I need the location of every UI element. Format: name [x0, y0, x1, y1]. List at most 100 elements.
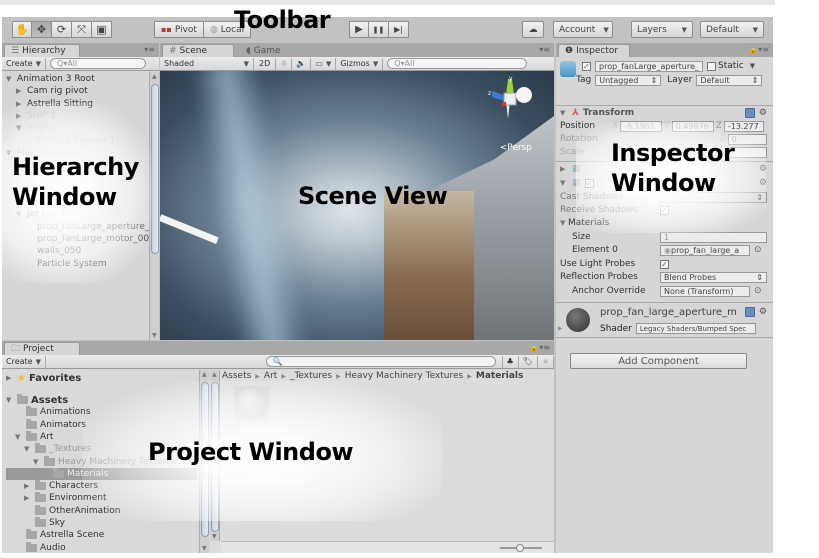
- use-light-probes-checkbox[interactable]: ✓: [660, 259, 669, 269]
- thumbnail-size-slider[interactable]: [500, 544, 542, 552]
- project-folder-item[interactable]: Audio: [15, 541, 66, 553]
- layer-dropdown[interactable]: Default ⇕: [696, 74, 763, 86]
- breadcrumb-item[interactable]: Art: [264, 371, 277, 381]
- slider-handle[interactable]: [516, 544, 524, 552]
- expand-arrow-icon[interactable]: ▶: [24, 494, 32, 502]
- tab-game[interactable]: ◖ Game: [240, 44, 287, 57]
- projection-label[interactable]: <Persp: [500, 143, 532, 153]
- breadcrumb-item[interactable]: _Textures: [290, 371, 332, 381]
- expand-arrow-icon[interactable]: ▶: [24, 482, 32, 490]
- transform-header[interactable]: ▼ ⅄ Transform ⚙: [556, 105, 773, 119]
- project-folder-item[interactable]: Materials: [6, 467, 197, 480]
- account-dropdown[interactable]: Account ▼: [553, 21, 613, 38]
- mesh-renderer-enabled-checkbox[interactable]: ✓: [584, 178, 594, 188]
- size-field[interactable]: 1: [660, 231, 767, 243]
- hierarchy-scrollbar[interactable]: ▲ ▼: [149, 72, 159, 340]
- help-book-icon[interactable]: [744, 107, 755, 118]
- pivot-button[interactable]: ▪▪ Pivot: [154, 21, 204, 38]
- hierarchy-item[interactable]: prop_fanLarge_aperture_: [26, 221, 149, 233]
- static-checkbox[interactable]: ✓: [707, 61, 716, 71]
- add-component-button[interactable]: Add Component: [570, 353, 747, 369]
- project-folder-item[interactable]: ▼ Assets: [6, 394, 68, 406]
- pause-icon[interactable]: ❚❚: [369, 21, 389, 38]
- filter-by-label-icon[interactable]: 🏷: [519, 355, 538, 368]
- tab-inspector[interactable]: ❶ Inspector: [558, 44, 630, 57]
- expand-arrow-icon[interactable]: ▼: [6, 396, 14, 404]
- expand-arrow-icon[interactable]: ▼: [16, 124, 24, 132]
- scene-search-input[interactable]: Q▾All: [387, 58, 528, 69]
- breadcrumb-item[interactable]: Assets: [222, 371, 251, 381]
- play-icon[interactable]: ▶: [349, 21, 369, 38]
- breadcrumb-item[interactable]: Materials: [476, 371, 523, 381]
- project-folder-item[interactable]: Astrella Scene: [15, 529, 104, 541]
- expand-arrow-icon[interactable]: ▼: [15, 433, 23, 441]
- lock-menu-icon[interactable]: 🔒▾≡: [529, 343, 550, 352]
- layout-dropdown[interactable]: Default ▼: [700, 21, 764, 38]
- receive-shadows-checkbox[interactable]: ✓: [660, 205, 669, 215]
- static-dropdown-icon[interactable]: ▼: [750, 62, 755, 70]
- help-book-icon[interactable]: [744, 307, 755, 317]
- project-folder-item[interactable]: Animations: [15, 406, 91, 418]
- expand-arrow-icon[interactable]: ▼: [6, 75, 14, 83]
- project-folder-item[interactable]: ▶ Characters: [24, 480, 98, 492]
- object-picker-icon[interactable]: ⊙: [754, 245, 762, 255]
- hierarchy-item[interactable]: ▼ SHIP 2: [16, 122, 56, 134]
- hierarchy-item[interactable]: Particle System: [26, 258, 107, 270]
- expand-arrow-icon[interactable]: ▶: [16, 112, 24, 120]
- project-search-input[interactable]: 🔍: [265, 356, 496, 367]
- hierarchy-item[interactable]: ▶ Astrella Sitting: [16, 98, 93, 110]
- project-folder-item[interactable]: ▼ Art: [15, 430, 53, 443]
- tag-dropdown[interactable]: Untagged ⇕: [595, 74, 662, 86]
- project-folder-item[interactable]: Sky: [24, 517, 65, 529]
- element0-field[interactable]: ◉ prop_fan_large_a: [660, 244, 750, 256]
- shader-dropdown[interactable]: Legacy Shaders/Bumped Spec: [635, 323, 756, 334]
- gear-icon[interactable]: ⚙: [759, 178, 767, 188]
- filter-by-type-icon[interactable]: ♣: [501, 355, 519, 368]
- hierarchy-create-button[interactable]: Create ▼: [2, 57, 46, 70]
- rotate-tool-icon[interactable]: ⟳: [52, 21, 72, 38]
- expand-arrow-icon[interactable]: ▼: [24, 445, 32, 453]
- materials-row[interactable]: ▼ Materials: [560, 217, 767, 229]
- reflection-probes-dropdown[interactable]: Blend Probes ⇕: [660, 271, 767, 283]
- scale-tool-icon[interactable]: ⤧: [72, 21, 92, 38]
- object-picker-icon[interactable]: ⊙: [754, 286, 762, 296]
- hierarchy-item[interactable]: walls_050: [26, 245, 81, 257]
- hand-tool-icon[interactable]: ✋: [12, 21, 32, 38]
- lighting-toggle-icon[interactable]: ☼: [276, 57, 293, 70]
- object-name-field[interactable]: prop_fanLarge_aperture_: [595, 60, 703, 72]
- lock-menu-icon[interactable]: 🔒▾≡: [748, 45, 769, 54]
- gizmos-dropdown[interactable]: Gizmos ▼: [336, 57, 384, 70]
- scroll-up-icon[interactable]: ▲: [152, 73, 157, 80]
- audio-toggle-icon[interactable]: 🔈: [292, 57, 312, 70]
- project-folder-item[interactable]: ▶ Environment: [24, 492, 106, 504]
- panel-menu-icon[interactable]: ▾≡: [144, 45, 155, 54]
- shading-dropdown[interactable]: Shaded ▼: [160, 57, 254, 70]
- cloud-icon[interactable]: ☁: [522, 21, 544, 38]
- hierarchy-scroll-thumb[interactable]: [151, 84, 159, 254]
- scroll-up-icon[interactable]: ▲: [202, 371, 207, 378]
- material-expand-icon[interactable]: ▶: [558, 325, 563, 332]
- move-tool-icon[interactable]: ✥: [32, 21, 52, 38]
- expand-arrow-icon[interactable]: ▶: [16, 100, 24, 108]
- favorites-item[interactable]: ▶ ★ Favorites: [6, 372, 81, 384]
- hierarchy-item[interactable]: ▶ Cam rig pivot: [16, 85, 88, 97]
- expand-arrow-icon[interactable]: ▼: [33, 458, 41, 466]
- breadcrumb-item[interactable]: Heavy Machinery Textures: [345, 371, 464, 381]
- anchor-override-field[interactable]: None (Transform): [660, 285, 750, 297]
- hierarchy-item[interactable]: Particle System 1: [26, 135, 115, 147]
- project-folder-item[interactable]: ▼ _Textures: [24, 443, 91, 455]
- hierarchy-search-input[interactable]: Q▾All: [49, 58, 146, 69]
- position-x-field[interactable]: -6.1901: [620, 120, 663, 132]
- tab-project[interactable]: 🗀 Project: [4, 342, 80, 355]
- hierarchy-item[interactable]: prop_fanLarge_motor_00: [26, 233, 149, 245]
- step-icon[interactable]: ▶|: [389, 21, 409, 38]
- material-asset-thumbnail[interactable]: [234, 386, 270, 422]
- position-z-field[interactable]: -13.277: [723, 120, 764, 132]
- tab-scene[interactable]: # Scene: [162, 44, 234, 57]
- z-axis-cone[interactable]: [492, 91, 504, 101]
- project-create-button[interactable]: Create ▼: [2, 355, 46, 368]
- scroll-down-icon[interactable]: ▼: [212, 533, 217, 540]
- effects-dropdown[interactable]: ▭ ▼: [311, 57, 337, 70]
- scroll-down-icon[interactable]: ▼: [202, 545, 207, 552]
- layers-dropdown[interactable]: Layers ▼: [631, 21, 693, 38]
